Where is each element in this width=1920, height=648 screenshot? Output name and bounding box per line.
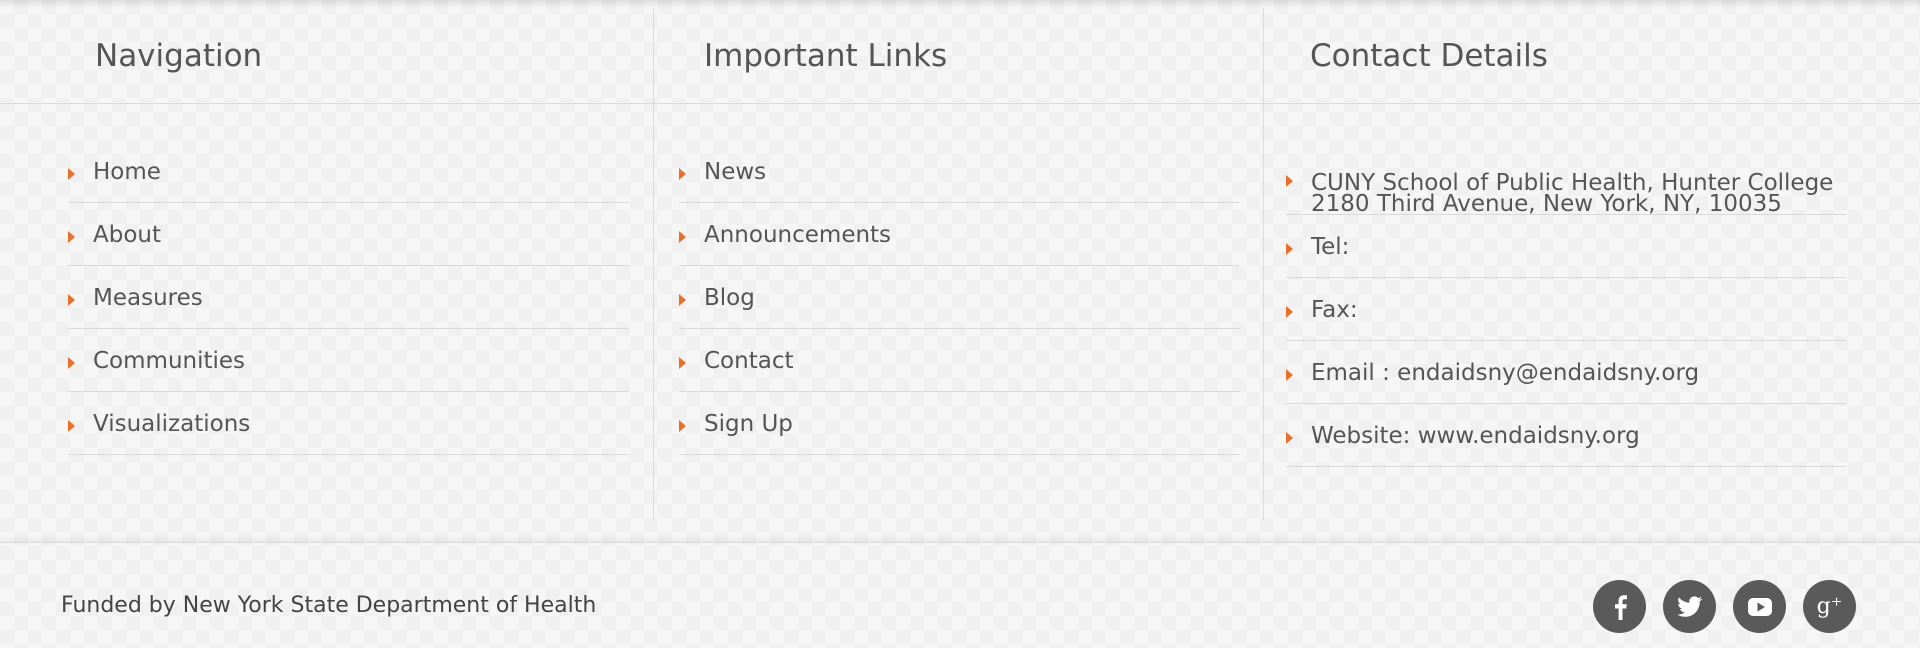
link-item-label: Contact	[704, 348, 794, 374]
link-item-contact[interactable]: Contact	[679, 330, 1239, 392]
contact-email-label: Email : endaidsny@endaidsny.org	[1311, 360, 1700, 386]
important-links-column: Important Links News Announcements Blog …	[653, 8, 1264, 520]
twitter-button[interactable]	[1663, 580, 1716, 633]
caret-right-icon	[68, 294, 75, 306]
contact-tel: Tel:	[1286, 216, 1846, 278]
caret-right-icon	[1286, 306, 1293, 318]
link-item-label: Sign Up	[704, 411, 793, 437]
caret-right-icon	[1286, 369, 1293, 381]
nav-item-visualizations[interactable]: Visualizations	[68, 393, 629, 455]
footer-columns: Navigation Home About Measures Communiti…	[0, 0, 1920, 545]
address-line-2: 2180 Third Avenue, New York, NY, 10035	[1311, 191, 1782, 217]
important-links-list: News Announcements Blog Contact Sign Up	[679, 141, 1239, 455]
nav-item-measures[interactable]: Measures	[68, 267, 629, 329]
contact-address: CUNY School of Public Health, Hunter Col…	[1286, 141, 1846, 217]
social-links: g⁺	[1593, 580, 1856, 633]
youtube-button[interactable]	[1733, 580, 1786, 633]
link-item-sign-up[interactable]: Sign Up	[679, 393, 1239, 455]
nav-item-communities[interactable]: Communities	[68, 330, 629, 392]
facebook-icon	[1609, 594, 1631, 620]
twitter-icon	[1676, 595, 1703, 618]
caret-right-icon	[68, 357, 75, 369]
youtube-icon	[1747, 597, 1773, 617]
nav-item-home[interactable]: Home	[68, 141, 629, 203]
link-item-label: Announcements	[704, 222, 892, 248]
caret-right-icon	[679, 231, 686, 243]
contact-website-label: Website: www.endaidsny.org	[1311, 423, 1640, 449]
nav-item-label: Visualizations	[93, 411, 251, 437]
contact-details-list: CUNY School of Public Health, Hunter Col…	[1286, 141, 1846, 467]
contact-details-column: Contact Details CUNY School of Public He…	[1263, 8, 1920, 520]
contact-tel-label: Tel:	[1311, 234, 1350, 260]
caret-right-icon	[679, 294, 686, 306]
link-item-announcements[interactable]: Announcements	[679, 204, 1239, 266]
facebook-button[interactable]	[1593, 580, 1646, 633]
link-item-label: Blog	[704, 285, 755, 311]
contact-details-title: Contact Details	[1310, 38, 1548, 74]
caret-right-icon	[1286, 243, 1293, 255]
caret-right-icon	[1286, 432, 1293, 444]
nav-item-label: Home	[93, 159, 161, 185]
nav-item-label: Communities	[93, 348, 246, 374]
caret-right-icon	[68, 420, 75, 432]
nav-item-label: About	[93, 222, 162, 248]
contact-fax-label: Fax:	[1311, 297, 1358, 323]
navigation-list: Home About Measures Communities Visualiz…	[68, 141, 629, 455]
caret-right-icon	[679, 168, 686, 180]
navigation-title: Navigation	[95, 38, 263, 74]
contact-fax: Fax:	[1286, 279, 1846, 341]
caret-right-icon	[679, 357, 686, 369]
google-plus-icon: g⁺	[1816, 593, 1843, 619]
nav-item-label: Measures	[93, 285, 203, 311]
nav-item-about[interactable]: About	[68, 204, 629, 266]
navigation-column: Navigation Home About Measures Communiti…	[0, 8, 653, 520]
caret-right-icon	[68, 231, 75, 243]
link-item-label: News	[704, 159, 767, 185]
link-item-blog[interactable]: Blog	[679, 267, 1239, 329]
important-links-title: Important Links	[704, 38, 948, 74]
caret-right-icon	[68, 168, 75, 180]
caret-right-icon	[1286, 175, 1293, 187]
funded-by-text: Funded by New York State Department of H…	[61, 593, 597, 618]
google-plus-button[interactable]: g⁺	[1803, 580, 1856, 633]
link-item-news[interactable]: News	[679, 141, 1239, 203]
footer-bottom-bar: Funded by New York State Department of H…	[0, 542, 1920, 648]
caret-right-icon	[679, 420, 686, 432]
contact-website[interactable]: Website: www.endaidsny.org	[1286, 405, 1846, 467]
contact-email[interactable]: Email : endaidsny@endaidsny.org	[1286, 342, 1846, 404]
